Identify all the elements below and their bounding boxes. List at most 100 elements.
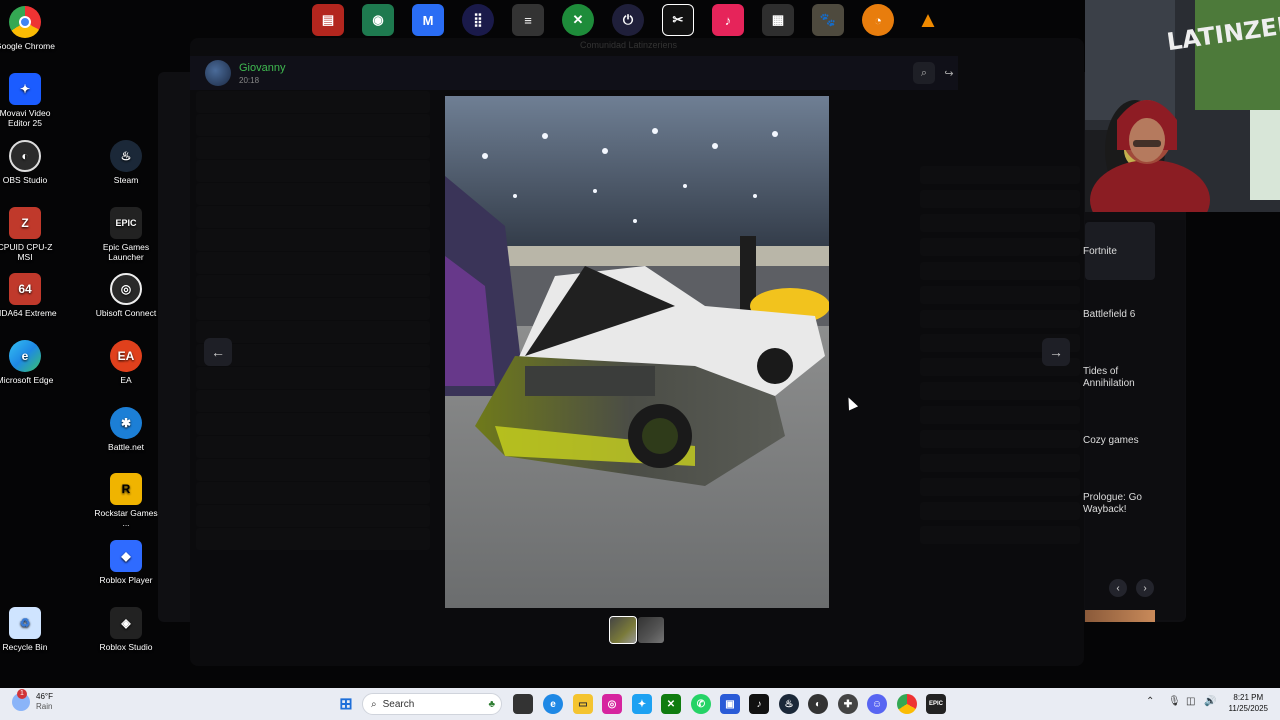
desktop-icon-google-chrome[interactable]: Google Chrome <box>0 6 60 51</box>
tray-overflow-icon[interactable]: ⌃ <box>1146 696 1154 707</box>
twitter-icon[interactable]: ✦ <box>632 694 652 714</box>
store-icon[interactable]: ▣ <box>720 694 740 714</box>
desktop-icon-label: Rockstar Games ... <box>94 508 158 528</box>
desktop-icon-epic[interactable]: EPIC Epic Games Launcher <box>91 207 161 262</box>
previous-image-button[interactable]: ← <box>204 338 232 366</box>
carousel-next-button[interactable]: › <box>1136 579 1154 597</box>
capcut-icon[interactable]: ✂ <box>662 4 694 36</box>
vlc-icon[interactable]: ▲ <box>912 4 944 36</box>
app-icon[interactable]: ✚ <box>838 694 858 714</box>
tiktok-icon[interactable]: ♪ <box>749 694 769 714</box>
display-icon[interactable]: ▦ <box>762 4 794 36</box>
chrome-icon <box>9 6 41 38</box>
xbox-icon[interactable]: ✕ <box>562 4 594 36</box>
desktop-icon-obs[interactable]: ◐ OBS Studio <box>0 140 60 185</box>
game-item-tides[interactable]: Tides of Annihilation <box>1083 366 1163 390</box>
clock-date: 11/25/2025 <box>1228 704 1268 713</box>
file-explorer-icon[interactable]: ▭ <box>573 694 593 714</box>
desktop-icon-label: CPUID CPU-Z MSI <box>0 242 53 262</box>
xbox-icon[interactable]: ✕ <box>661 694 681 714</box>
desktop-icon-edge[interactable]: e Microsoft Edge <box>0 340 60 385</box>
desktop-icon-label: Roblox Player <box>99 575 153 585</box>
desktop-icon-cpuz[interactable]: Z CPUID CPU-Z MSI <box>0 207 60 262</box>
share-icon[interactable]: ↪ <box>938 62 960 84</box>
tiktok-icon[interactable]: ♪ <box>712 4 744 36</box>
aida64-icon: 64 <box>9 273 41 305</box>
channel-title: Comunidad Latinzeriens <box>580 40 678 50</box>
game-thumbnail[interactable] <box>1085 610 1155 622</box>
thumbnail-strip <box>609 616 664 644</box>
desktop-icon-steam[interactable]: ♨ Steam <box>91 140 161 185</box>
desktop-icon-ubisoft[interactable]: ◎ Ubisoft Connect <box>91 273 161 318</box>
ea-icon: EA <box>110 340 142 372</box>
desktop-icon-battlenet[interactable]: ✱ Battle.net <box>91 407 161 452</box>
discord-icon[interactable]: ☺ <box>867 694 887 714</box>
app-icon[interactable]: ◉ <box>362 4 394 36</box>
weather-badge: 1 <box>17 689 27 699</box>
network-icon[interactable]: ◫ <box>1186 696 1195 707</box>
webcam-feed: LATINZER! <box>1085 0 1280 212</box>
recycle-bin-icon: ♻ <box>9 607 41 639</box>
gimp-icon[interactable]: 🐾 <box>812 4 844 36</box>
app-flag-icon[interactable]: ≡ <box>512 4 544 36</box>
roblox-studio-icon: ◈ <box>110 607 142 639</box>
roblox-icon: ◆ <box>110 540 142 572</box>
desktop-icon-rockstar[interactable]: R Rockstar Games ... <box>91 473 161 528</box>
task-view-icon[interactable] <box>513 694 533 714</box>
desktop: Google Chrome ✦ Movavi Video Editor 25 ◐… <box>0 0 1280 720</box>
movavi-icon[interactable]: M <box>412 4 444 36</box>
desktop-icon-movavi[interactable]: ✦ Movavi Video Editor 25 <box>0 73 60 128</box>
desktop-icon-roblox-studio[interactable]: ◈ Roblox Studio <box>91 607 161 652</box>
viewer-image[interactable] <box>445 96 829 608</box>
carousel-prev-button[interactable]: ‹ <box>1109 579 1127 597</box>
power-icon[interactable]: ⏻ <box>612 4 644 36</box>
desktop-icon-ea[interactable]: EA EA <box>91 340 161 385</box>
edge-icon[interactable]: e <box>543 694 563 714</box>
microphone-icon[interactable]: 🎙 <box>1168 696 1181 707</box>
desktop-icon-aida64[interactable]: 64 AIDA64 Extreme <box>0 273 60 318</box>
instagram-icon[interactable]: ◎ <box>602 694 622 714</box>
obs-icon[interactable]: ◐ <box>808 694 828 714</box>
search-icon: ⌕ <box>371 698 377 710</box>
search-highlight-icon: ♣ <box>488 698 495 710</box>
obs-icon: ◐ <box>9 140 41 172</box>
desktop-icon-label: Recycle Bin <box>2 642 48 652</box>
game-item-battlefield[interactable]: Battlefield 6 <box>1083 309 1135 321</box>
right-side-panel <box>1085 220 1185 620</box>
desktop-icon-label: Microsoft Edge <box>0 375 54 385</box>
edge-icon: e <box>9 340 41 372</box>
thumbnail[interactable] <box>638 617 664 643</box>
weather-temp: 46°F <box>36 692 53 701</box>
grid-app-icon[interactable]: ⣿ <box>462 4 494 36</box>
zoom-icon[interactable]: ⌕ <box>913 62 935 84</box>
desktop-icon-recycle-bin[interactable]: ♻ Recycle Bin <box>0 607 60 652</box>
author-name[interactable]: Giovanny <box>239 62 285 74</box>
desktop-icon-roblox-player[interactable]: ◆ Roblox Player <box>91 540 161 585</box>
game-item-cozy[interactable]: Cozy games <box>1083 435 1139 447</box>
thumbnail[interactable] <box>609 616 637 644</box>
system-clock[interactable]: 8:21 PM 11/25/2025 <box>1229 692 1268 714</box>
winrar-icon[interactable]: ▤ <box>312 4 344 36</box>
epic-games-icon[interactable]: EPIC <box>926 694 946 714</box>
start-button[interactable]: ⊞ <box>336 694 356 714</box>
desktop-icon-label: Google Chrome <box>0 41 55 51</box>
chrome-icon[interactable] <box>897 694 917 714</box>
epic-games-icon: EPIC <box>110 207 142 239</box>
game-item-prologue[interactable]: Prologue: Go Wayback! <box>1083 492 1168 516</box>
game-item-fortnite[interactable]: Fortnite <box>1083 246 1117 258</box>
whatsapp-icon[interactable]: ✆ <box>691 694 711 714</box>
desktop-icon-label: Battle.net <box>108 442 144 452</box>
top-dock: ▤ ◉ M ⣿ ≡ ✕ ⏻ ✂ ♪ ▦ 🐾 ◔ ▲ <box>312 4 944 38</box>
weather-widget[interactable]: 1 46°F Rain <box>12 689 53 712</box>
search-input[interactable]: ⌕ Search ♣ <box>362 693 502 715</box>
taskbar: 1 46°F Rain ⊞ ⌕ Search ♣ e ▭ ◎ ✦ ✕ ✆ ▣ ♪… <box>0 688 1280 720</box>
volume-icon[interactable]: 🔊 <box>1204 696 1216 707</box>
weather-desc: Rain <box>36 702 53 711</box>
next-image-button[interactable]: → <box>1042 338 1070 366</box>
desktop-icon-label: Roblox Studio <box>99 642 153 652</box>
steam-icon[interactable]: ♨ <box>779 694 799 714</box>
avatar[interactable] <box>205 60 231 86</box>
blender-icon[interactable]: ◔ <box>862 4 894 36</box>
rockstar-icon: R <box>110 473 142 505</box>
desktop-icon-label: Ubisoft Connect <box>95 308 157 318</box>
